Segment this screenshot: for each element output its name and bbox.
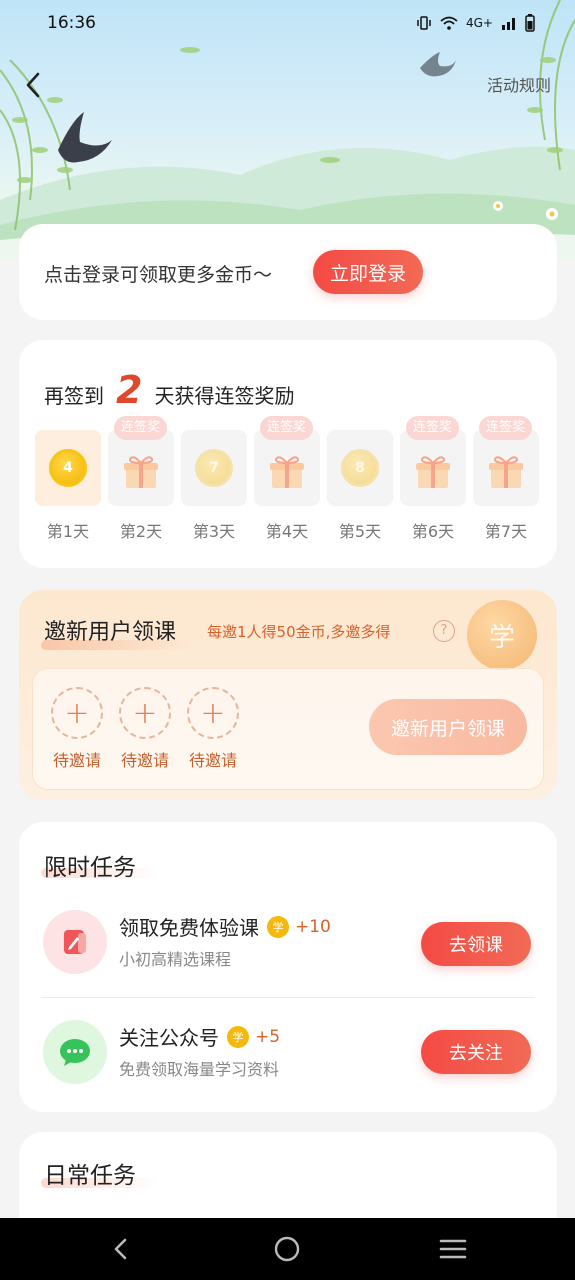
gift-icon (416, 456, 450, 488)
signin-remaining-days: 2 (116, 368, 143, 412)
signin-day[interactable]: 8 第5天 (327, 430, 393, 541)
coin-icon: 8 (341, 449, 379, 487)
vibrate-icon (417, 16, 431, 30)
signin-day-tile[interactable]: 4 (35, 430, 101, 506)
status-icons: 4G+ (416, 14, 535, 32)
coin-icon: 7 (195, 449, 233, 487)
invite-slot[interactable]: + 待邀请 (47, 687, 107, 771)
signin-day-label: 第5天 (338, 522, 382, 541)
nav-back-icon[interactable] (104, 1232, 138, 1266)
battery-icon (525, 14, 535, 32)
add-icon[interactable]: + (51, 687, 103, 739)
invite-title: 邀新用户领课 (44, 620, 177, 645)
invite-slot-label: 待邀请 (188, 751, 237, 770)
follow-button[interactable]: 去关注 (421, 1030, 531, 1074)
invite-card: 邀新用户领课 每邀1人得50金币,多邀多得 ? 学 + 待邀请 + 待邀请 + … (19, 590, 557, 800)
divider (41, 997, 535, 998)
system-navigation-bar (0, 1218, 575, 1280)
signin-day-label: 第3天 (192, 522, 236, 541)
signin-day-tile[interactable]: 连签奖 (400, 416, 466, 506)
signin-day-tile[interactable]: 8 (327, 430, 393, 506)
task-row-follow-account: 关注公众号 学 +5 免费领取海量学习资料 去关注 (41, 1012, 535, 1092)
get-course-button[interactable]: 去领课 (421, 922, 531, 966)
daily-tasks-title: 日常任务 (44, 1163, 136, 1189)
invite-slot-label: 待邀请 (52, 751, 101, 770)
help-icon[interactable]: ? (433, 620, 455, 642)
task-reward: +5 (255, 1026, 281, 1047)
signin-days-row: 4 第1天 连签奖 第2天 7 第3天 连签奖 第4天 8 第5天 连签奖 第6天 连签奖 第7天 (35, 416, 545, 550)
streak-reward-tag: 连签奖 (406, 416, 460, 440)
streak-reward-tag: 连签奖 (260, 416, 314, 440)
signin-day-label: 第2天 (119, 522, 163, 541)
study-coin-icon: 学 (267, 915, 289, 938)
pencil-book-icon (43, 910, 107, 974)
task-row-free-course: 领取免费体验课 学 +10 小初高精选课程 去领课 (41, 902, 535, 982)
signin-day[interactable]: 连签奖第2天 (108, 416, 174, 541)
streak-reward-tag: 连签奖 (479, 416, 533, 440)
invite-slots-panel: + 待邀请 + 待邀请 + 待邀请 邀新用户领课 (32, 668, 544, 790)
wifi-icon (440, 16, 458, 30)
signin-suffix: 天获得连签奖励 (154, 384, 295, 408)
signin-day-tile[interactable]: 连签奖 (108, 416, 174, 506)
signin-day-label: 第7天 (484, 522, 528, 541)
study-coin-icon: 学 (467, 600, 537, 670)
gift-icon (489, 456, 523, 488)
wechat-icon (43, 1020, 107, 1084)
streak-reward-tag: 连签奖 (114, 416, 168, 440)
task-name-text: 关注公众号 (119, 1026, 219, 1050)
signin-day-tile[interactable]: 连签奖 (473, 416, 539, 506)
nav-home-icon[interactable] (270, 1232, 304, 1266)
activity-rules-link[interactable]: 活动规则 (487, 72, 551, 96)
signin-day[interactable]: 连签奖第4天 (254, 416, 320, 541)
task-name-text: 领取免费体验课 (119, 916, 259, 940)
signin-card: 再签到 2 天获得连签奖励 4 第1天 连签奖 第2天 7 第3天 连签奖 第4天 8 第5天 连签… (19, 340, 557, 568)
login-prompt: 点击登录可领取更多金币～ (44, 264, 273, 286)
signin-day-label: 第6天 (411, 522, 455, 541)
limited-tasks-title: 限时任务 (44, 855, 136, 881)
login-card: 点击登录可领取更多金币～ (19, 224, 557, 320)
signin-day[interactable]: 连签奖第6天 (400, 416, 466, 541)
network-type: 4G+ (466, 16, 493, 30)
invite-slot-label: 待邀请 (120, 751, 169, 770)
study-coin-icon: 学 (227, 1025, 249, 1048)
signin-day-tile[interactable]: 7 (181, 430, 247, 506)
task-reward: +10 (295, 916, 331, 937)
add-icon[interactable]: + (119, 687, 171, 739)
invite-button[interactable]: 邀新用户领课 (369, 699, 527, 755)
invite-slot[interactable]: + 待邀请 (115, 687, 175, 771)
task-name: 领取免费体验课 学 +10 (119, 912, 331, 941)
signin-day-label: 第1天 (46, 522, 90, 541)
task-description: 小初高精选课程 (119, 950, 232, 969)
task-name: 关注公众号 学 +5 (119, 1022, 280, 1051)
signin-day[interactable]: 4 第1天 (35, 430, 101, 541)
invite-slot[interactable]: + 待邀请 (183, 687, 243, 771)
gift-icon (270, 456, 304, 488)
gift-icon (124, 456, 158, 488)
invite-subtitle: 每邀1人得50金币,多邀多得 (207, 623, 391, 641)
signin-day[interactable]: 7 第3天 (181, 430, 247, 541)
task-description: 免费领取海量学习资料 (119, 1060, 280, 1079)
back-arrow-icon[interactable] (20, 68, 50, 102)
coin-icon: 4 (49, 449, 87, 487)
signin-prefix: 再签到 (44, 384, 104, 408)
signin-day-tile[interactable]: 连签奖 (254, 416, 320, 506)
login-button[interactable]: 立即登录 (313, 250, 423, 294)
status-time: 16:36 (47, 13, 96, 33)
signin-day-label: 第4天 (265, 522, 309, 541)
limited-tasks-card: 限时任务 领取免费体验课 学 +10 小初高精选课程 去领课 关注公众号 学 +… (19, 822, 557, 1112)
add-icon[interactable]: + (187, 687, 239, 739)
signal-icon (502, 18, 515, 30)
signin-day[interactable]: 连签奖第7天 (473, 416, 539, 541)
signin-title: 再签到 2 天获得连签奖励 (44, 368, 294, 412)
nav-menu-icon[interactable] (436, 1232, 470, 1266)
status-bar: 16:36 4G+ (0, 0, 575, 48)
